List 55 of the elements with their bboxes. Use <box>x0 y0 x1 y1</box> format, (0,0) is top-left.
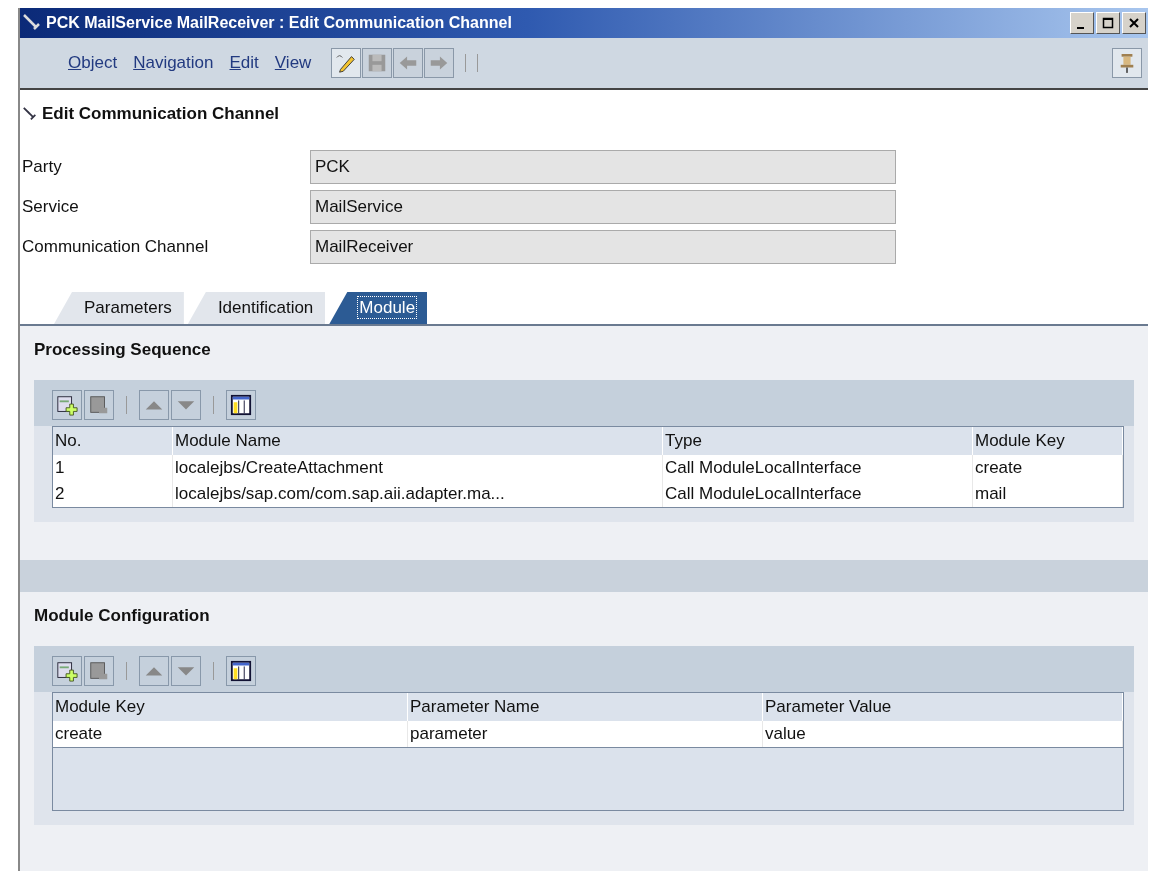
close-icon <box>1128 17 1140 29</box>
add-row-icon <box>56 394 78 416</box>
column-header[interactable]: Module Key <box>973 427 1123 455</box>
menu-item[interactable]: Edit <box>229 53 259 73</box>
column-header[interactable]: Parameter Name <box>408 693 763 721</box>
column-header[interactable]: Parameter Value <box>763 693 1123 721</box>
tab[interactable]: Parameters <box>54 292 184 324</box>
columns-icon <box>230 660 252 682</box>
add-row-icon <box>56 660 78 682</box>
column-header[interactable]: No. <box>53 427 173 455</box>
table-cell: Call ModuleLocalInterface <box>663 455 973 481</box>
table-cell: 2 <box>53 481 173 507</box>
readonly-field[interactable]: PCK <box>310 150 896 184</box>
readonly-field[interactable]: MailReceiver <box>310 230 896 264</box>
maximize-button[interactable] <box>1096 12 1120 34</box>
table-cell: localejbs/CreateAttachment <box>173 455 663 481</box>
page-heading: Edit Communication Channel <box>42 104 280 124</box>
menu-item[interactable]: Object <box>68 53 118 73</box>
table-cell: 1 <box>53 455 173 481</box>
delete-row-icon <box>88 394 110 416</box>
minimize-button[interactable] <box>1070 12 1094 34</box>
field-label: Party <box>21 157 63 177</box>
window-title: PCK MailService MailReceiver : Edit Communication Channel <box>46 14 512 32</box>
column-header[interactable]: Module Name <box>173 427 663 455</box>
pushpin-icon <box>1118 52 1136 74</box>
table-cell: mail <box>973 481 1123 507</box>
readonly-field[interactable]: MailService <box>310 190 896 224</box>
close-button[interactable] <box>1122 12 1146 34</box>
pencil-button[interactable] <box>331 48 362 78</box>
table-cell: create <box>973 455 1123 481</box>
table-cell: localejbs/sap.com/com.sap.aii.adapter.ma... <box>173 481 663 507</box>
menu-item[interactable]: Navigation <box>133 53 214 73</box>
tab[interactable]: Module <box>329 292 428 324</box>
field-label: Service <box>21 197 80 217</box>
add-row-button[interactable] <box>52 656 82 686</box>
column-header[interactable]: Type <box>663 427 973 455</box>
table-cell: create <box>53 721 408 747</box>
pushpin-button[interactable] <box>1112 48 1142 78</box>
table-cell: value <box>763 721 1123 747</box>
pencil-icon <box>335 52 358 74</box>
columns-icon <box>230 394 252 416</box>
maximize-icon <box>1102 17 1114 29</box>
section-title: Module Configuration <box>34 606 211 626</box>
columns-button[interactable] <box>226 656 256 686</box>
delete-row-icon <box>88 660 110 682</box>
section-title: Processing Sequence <box>34 340 212 360</box>
tab[interactable]: Identification <box>187 292 326 324</box>
add-row-button[interactable] <box>52 390 82 420</box>
menu-item[interactable]: View <box>274 53 312 73</box>
table-cell: parameter <box>408 721 763 747</box>
column-header[interactable]: Module Key <box>53 693 408 721</box>
minimize-icon <box>1077 27 1084 29</box>
field-label: Communication Channel <box>21 237 210 257</box>
columns-button[interactable] <box>226 390 256 420</box>
table-cell: Call ModuleLocalInterface <box>663 481 973 507</box>
